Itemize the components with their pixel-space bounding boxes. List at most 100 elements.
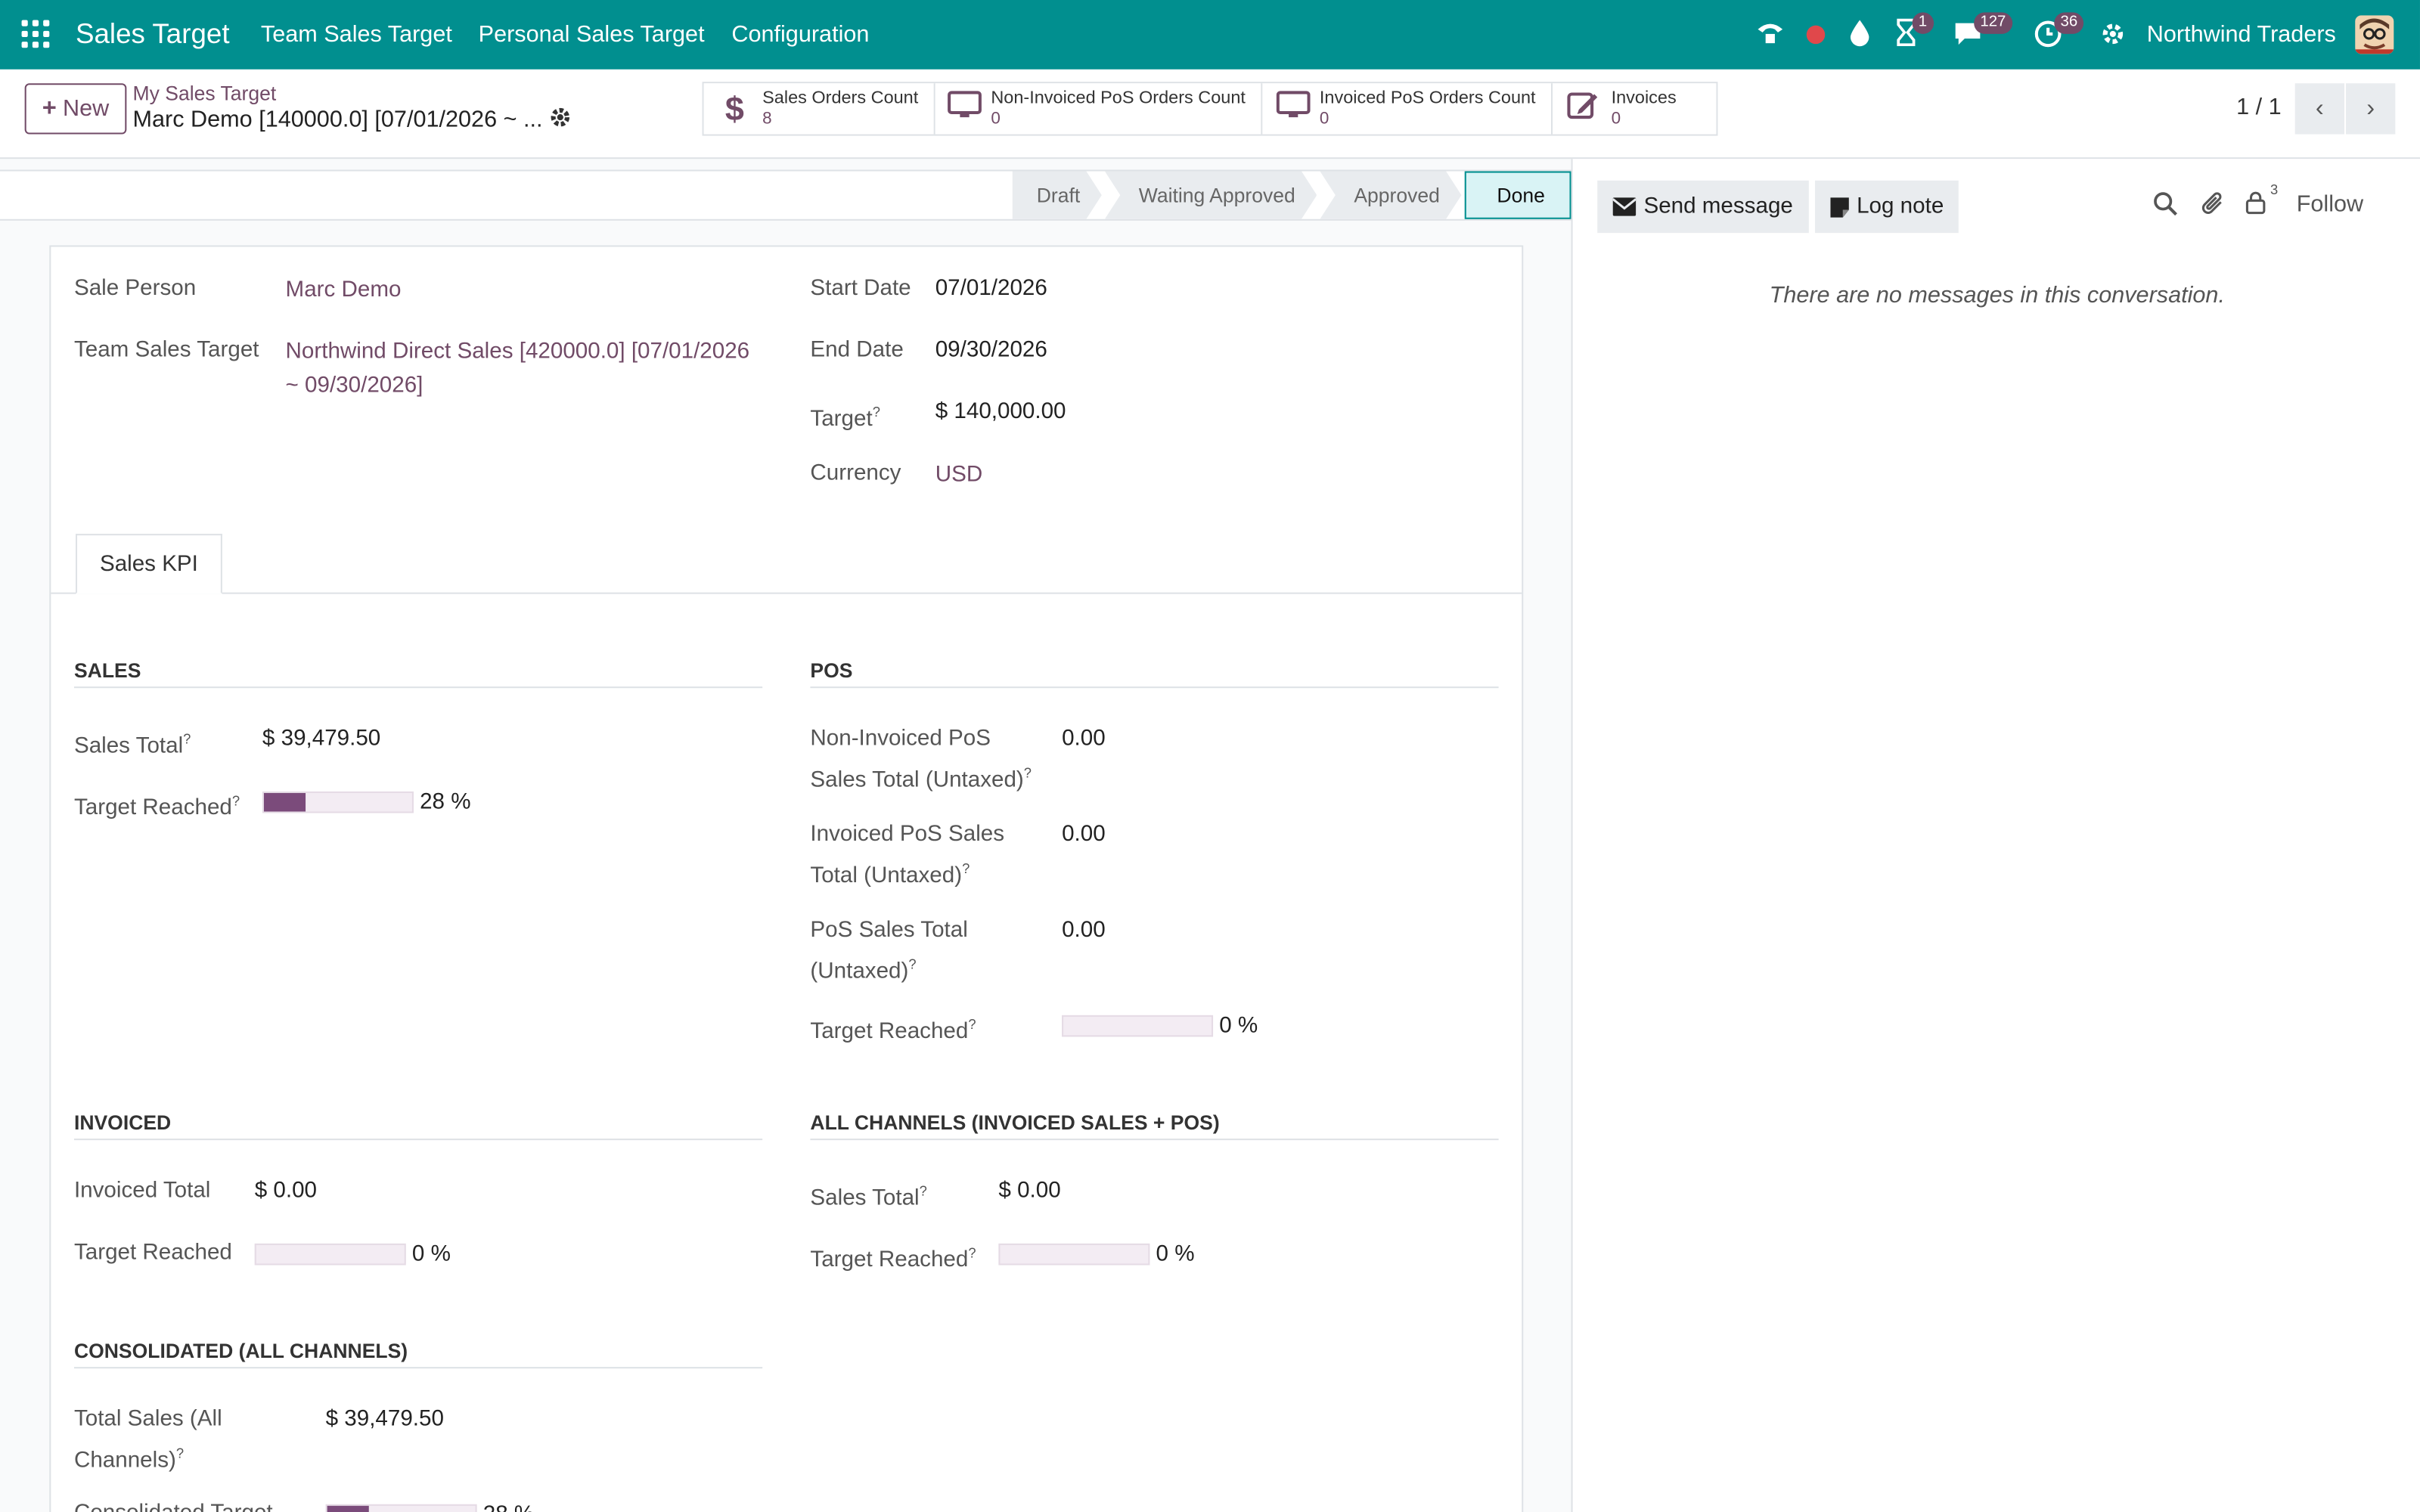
smart-button-sales-orders[interactable]: $ Sales Orders Count 8 (703, 83, 935, 135)
invoiced-target-reached-value: 0 % (411, 1241, 451, 1267)
sales-total-label: Sales Total? (73, 731, 191, 759)
tab-divider (51, 592, 1522, 594)
consolidated-target-label: Consolidated Target (74, 1497, 273, 1512)
smart-button-non-invoiced-pos[interactable]: Non-Invoiced PoS Orders Count 0 (935, 83, 1263, 135)
consolidated-progress-bar (325, 1504, 477, 1512)
smart-value: 0 (991, 108, 1001, 128)
all-channels-target-reached-value: 0 % (1156, 1241, 1195, 1267)
sales-total-value: $ 39,479.50 (262, 727, 381, 751)
breadcrumb-parent[interactable]: My Sales Target (133, 82, 277, 105)
pager-previous-button[interactable]: ‹ (2294, 83, 2344, 135)
empty-conversation-text: There are no messages in this conversati… (1769, 282, 2225, 309)
consolidated-target-value: 28 % (483, 1498, 534, 1512)
section-invoiced-title: INVOICED (73, 1111, 763, 1141)
sale-person-field[interactable]: Marc Demo (286, 273, 402, 307)
smart-button-invoices[interactable]: Invoices 0 (1553, 83, 1717, 135)
section-sales-title: SALES (73, 658, 763, 689)
sales-progress-bar (262, 791, 414, 813)
breadcrumb-current: Marc Demo [140000.0] [07/01/2026 ~ ... (132, 106, 543, 133)
status-bar: Draft Waiting Approved Approved Done (0, 169, 1571, 221)
clock-icon[interactable]: 36 (2033, 12, 2084, 51)
control-panel: + New My Sales Target Marc Demo [140000.… (0, 69, 2420, 160)
stage-draft[interactable]: Draft (1012, 172, 1102, 219)
tab-sales-kpi[interactable]: Sales KPI (75, 534, 222, 594)
pos-target-reached-value: 0 % (1219, 1013, 1258, 1039)
end-date-field[interactable]: 09/30/2026 (935, 333, 1047, 367)
apps-grid-icon[interactable] (21, 20, 50, 48)
target-field[interactable]: $ 140,000.00 (935, 395, 1066, 429)
pager-next-button[interactable]: › (2346, 83, 2396, 135)
smart-button-invoiced-pos[interactable]: Invoiced PoS Orders Count 0 (1262, 83, 1553, 135)
pager-value[interactable]: 1 / 1 (2236, 94, 2282, 120)
user-avatar[interactable] (2355, 15, 2394, 54)
smart-value: 8 (762, 108, 772, 128)
pos-target-reached-label: Target Reached? (810, 1016, 976, 1045)
pos-progress-bar (1062, 1015, 1214, 1037)
stage-done[interactable]: Done (1464, 171, 1571, 219)
all-channels-target-reached-label: Target Reached? (810, 1244, 976, 1273)
invoiced-total-label: Invoiced Total (73, 1179, 211, 1204)
menu-team-sales-target[interactable]: Team Sales Target (261, 22, 452, 48)
stage-pipeline: Draft Waiting Approved Approved Done (1009, 171, 1571, 221)
progress-fill (327, 1505, 369, 1512)
send-message-label: Send message (1643, 194, 1793, 219)
app-title[interactable]: Sales Target (76, 18, 230, 51)
stage-waiting-approved[interactable]: Waiting Approved (1105, 172, 1317, 219)
top-navbar: Sales Target Team Sales Target Personal … (0, 0, 2420, 70)
clock-badge: 36 (2054, 12, 2084, 34)
currency-label: Currency (810, 461, 901, 486)
settings-icon[interactable] (2101, 17, 2129, 51)
team-target-line-2: ~ 09/30/2026] (285, 373, 424, 398)
phone-icon[interactable] (1754, 17, 1786, 51)
invoiced-total-value: $ 0.00 (254, 1179, 318, 1204)
plus-icon: + (42, 94, 57, 122)
new-button[interactable]: + New (24, 83, 127, 135)
activity-icon[interactable]: 1 (1894, 12, 1934, 51)
menu-configuration[interactable]: Configuration (731, 22, 869, 48)
team-target-line-1: Northwind Direct Sales [420000.0] [07/01… (285, 339, 750, 364)
drop-icon[interactable] (1849, 17, 1871, 51)
messages-badge: 127 (1974, 12, 2012, 34)
follow-button[interactable]: Follow (2297, 191, 2363, 218)
start-date-label: Start Date (810, 276, 911, 301)
pos-total-value: 0.00 (1062, 918, 1106, 943)
team-target-label: Team Sales Target (73, 337, 259, 363)
send-message-button[interactable]: Send message (1597, 180, 1809, 234)
pos-invoiced-value: 0.00 (1062, 822, 1106, 847)
currency-field[interactable]: USD (935, 458, 982, 492)
smart-value: 0 (1611, 108, 1621, 128)
end-date-label: End Date (810, 337, 904, 363)
company-name[interactable]: Northwind Traders (2147, 22, 2336, 48)
chevron-right-icon: › (2366, 94, 2375, 122)
dollar-icon: $ (724, 88, 744, 128)
envelope-icon (1612, 197, 1637, 216)
pos-invoiced-label: Invoiced PoS Sales Total (Untaxed)? (810, 822, 1005, 889)
team-target-field[interactable]: Northwind Direct Sales [420000.0] [07/01… (286, 335, 750, 403)
start-date-field[interactable]: 07/01/2026 (935, 271, 1047, 305)
smart-label: Invoices (1611, 88, 1677, 107)
target-label: Target? (810, 404, 880, 432)
gear-icon[interactable] (550, 107, 572, 133)
smart-label: Sales Orders Count (762, 88, 919, 107)
chatter-panel: Send message Log note 3 Follow There are… (1571, 159, 2420, 1512)
section-consolidated-title: CONSOLIDATED (ALL CHANNELS) (73, 1339, 763, 1369)
log-note-button[interactable]: Log note (1814, 180, 1959, 234)
search-icon[interactable] (2153, 191, 2178, 222)
paperclip-icon[interactable] (2201, 191, 2226, 224)
pos-non-invoiced-label: Non-Invoiced PoS Sales Total (Untaxed)? (810, 727, 1032, 793)
log-note-label: Log note (1857, 194, 1944, 219)
messages-icon[interactable]: 127 (1953, 12, 2012, 51)
record-icon[interactable] (1806, 25, 1826, 59)
note-icon (1830, 197, 1849, 217)
smart-value: 0 (1319, 108, 1329, 128)
section-pos-title: POS (810, 658, 1499, 689)
stage-approved[interactable]: Approved (1320, 172, 1461, 219)
consolidated-total-value: $ 39,479.50 (325, 1407, 444, 1432)
smart-buttons: $ Sales Orders Count 8 Non-Invoiced PoS … (702, 82, 1718, 136)
sales-target-reached-label: Target Reached? (73, 792, 240, 821)
menu-personal-sales-target[interactable]: Personal Sales Target (479, 22, 705, 48)
chevron-left-icon: ‹ (2315, 94, 2324, 122)
followers-lock-icon[interactable]: 3 (2245, 182, 2278, 221)
smart-label: Non-Invoiced PoS Orders Count (991, 88, 1246, 107)
sale-person-label: Sale Person (73, 276, 197, 301)
